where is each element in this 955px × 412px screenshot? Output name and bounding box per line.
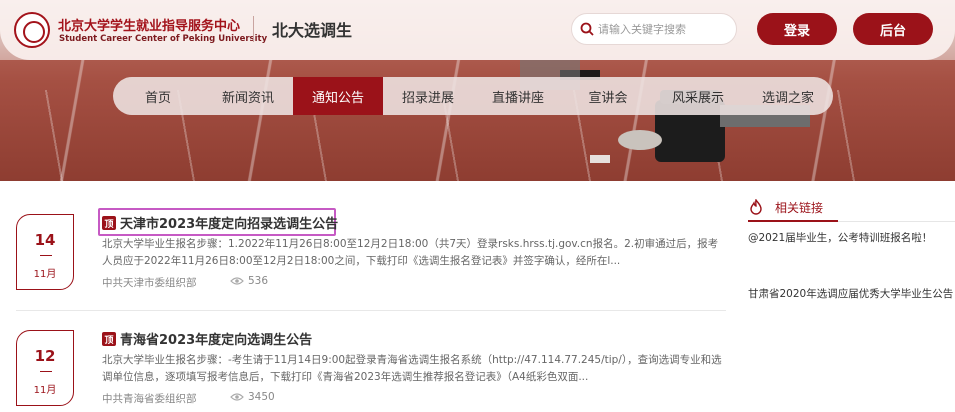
nav-item-notices[interactable]: 通知公告 bbox=[293, 77, 383, 115]
notice-summary[interactable]: 北京大学毕业生报名步骤：-考生请于11月14日9:00起登录青海省选调生报名系统… bbox=[102, 352, 722, 386]
notice-source: 中共青海省委组织部 bbox=[102, 393, 197, 405]
site-header: 北京大学学生就业指导服务中心 Student Career Center of … bbox=[0, 0, 955, 60]
list-divider bbox=[16, 310, 726, 311]
login-button[interactable]: 登录 bbox=[757, 13, 837, 45]
notice-title[interactable]: 青海省2023年度定向选调生公告 bbox=[120, 329, 312, 348]
search-icon[interactable] bbox=[580, 22, 594, 36]
date-separator bbox=[40, 371, 52, 372]
date-day: 12 bbox=[34, 347, 56, 365]
date-day: 14 bbox=[34, 231, 56, 249]
pku-seal-icon bbox=[14, 12, 50, 48]
related-link[interactable]: 甘肃省2020年选调应届优秀大学毕业生公告 bbox=[748, 286, 955, 302]
notice-title[interactable]: 天津市2023年度定向招录选调生公告 bbox=[120, 213, 338, 232]
date-box: 12 11月 bbox=[16, 330, 74, 406]
date-month: 11月 bbox=[33, 269, 57, 280]
date-separator bbox=[40, 255, 52, 256]
related-links-title: 相关链接 bbox=[775, 201, 824, 215]
notice-source: 中共天津市委组织部 bbox=[102, 277, 197, 289]
eye-icon bbox=[230, 393, 244, 401]
nav-item-seminar[interactable]: 宣讲会 bbox=[563, 77, 653, 115]
date-box: 14 11月 bbox=[16, 214, 74, 290]
fire-icon bbox=[750, 199, 762, 215]
nav-item-progress[interactable]: 招录进展 bbox=[383, 77, 473, 115]
nav-item-home-of-selectees[interactable]: 选调之家 bbox=[743, 77, 833, 115]
nav-item-home[interactable]: 首页 bbox=[113, 77, 203, 115]
org-name-cn[interactable]: 北京大学学生就业指导服务中心 bbox=[58, 15, 240, 34]
eye-icon bbox=[230, 277, 244, 285]
pinned-badge: 顶 bbox=[102, 332, 116, 346]
nav-item-news[interactable]: 新闻资讯 bbox=[203, 77, 293, 115]
site-title: 北大选调生 bbox=[272, 21, 353, 40]
hero-banner: 北京大学学生就业指导服务中心 Student Career Center of … bbox=[0, 0, 955, 181]
admin-button[interactable]: 后台 bbox=[853, 13, 933, 45]
sidebar-rule-accent bbox=[748, 220, 838, 222]
notice-summary[interactable]: 北京大学毕业生报名步骤：1.2022年11月26日8:00至12月2日18:00… bbox=[102, 236, 722, 270]
search-input[interactable] bbox=[598, 20, 730, 40]
nav-item-live[interactable]: 直播讲座 bbox=[473, 77, 563, 115]
view-count: 3450 bbox=[248, 391, 275, 403]
main-nav: 首页 新闻资讯 通知公告 招录进展 直播讲座 宣讲会 风采展示 选调之家 bbox=[113, 77, 833, 115]
list-item: 14 11月 顶 天津市2023年度定向招录选调生公告 北京大学毕业生报名步骤：… bbox=[16, 206, 726, 316]
logo-divider bbox=[253, 16, 254, 42]
view-count: 536 bbox=[248, 275, 269, 287]
search-box[interactable] bbox=[571, 13, 737, 45]
date-month: 11月 bbox=[33, 385, 57, 396]
pinned-badge: 顶 bbox=[102, 216, 116, 230]
list-item: 12 11月 顶 青海省2023年度定向选调生公告 北京大学毕业生报名步骤：-考… bbox=[16, 322, 726, 412]
org-name-en[interactable]: Student Career Center of Peking Universi… bbox=[59, 34, 267, 44]
nav-item-showcase[interactable]: 风采展示 bbox=[653, 77, 743, 115]
related-link[interactable]: @2021届毕业生，公考特训班报名啦！ bbox=[748, 230, 955, 246]
